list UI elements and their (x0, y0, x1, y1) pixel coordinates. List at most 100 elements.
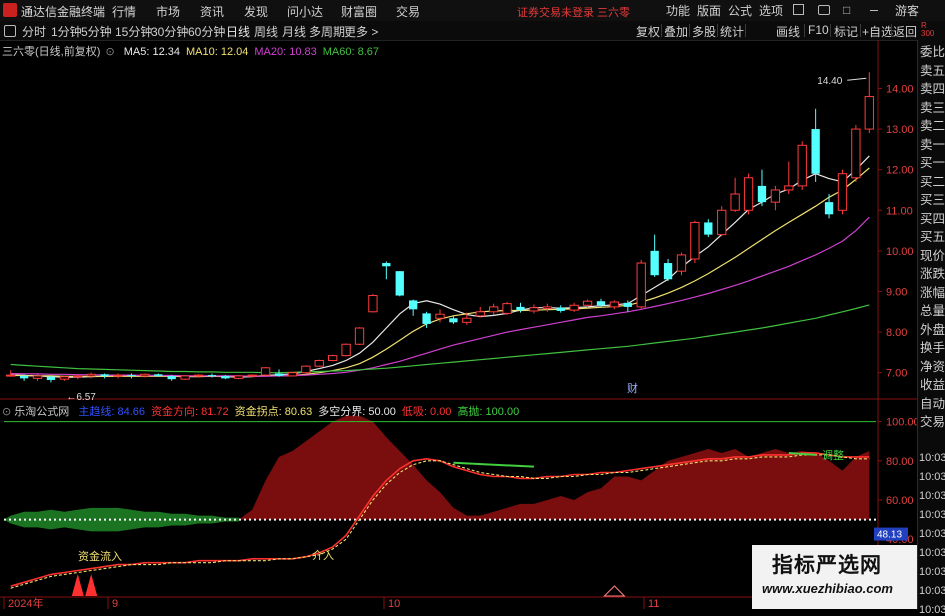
period-5min[interactable]: 5分钟 (81, 23, 112, 40)
candle-body (234, 375, 244, 379)
menu-zixun[interactable]: 资讯 (200, 3, 224, 20)
ma-legend-item: MA20: 10.83 (254, 46, 317, 58)
quote-field-label[interactable]: 买二 (920, 174, 945, 190)
candle-body (650, 250, 659, 276)
login-status[interactable]: 证券交易未登录 三六零 (517, 4, 630, 20)
candle-body (274, 373, 284, 376)
window-icon[interactable] (793, 4, 804, 15)
menu-shichang[interactable]: 市场 (156, 3, 180, 20)
candle-body (542, 306, 552, 310)
layout-toggle-icon[interactable] (4, 25, 16, 37)
indicator-settings-icon[interactable]: ⊙ (2, 406, 11, 418)
settings-icon[interactable]: ⊙ (105, 46, 114, 58)
tool-zixuan[interactable]: +自选 (862, 23, 893, 40)
indicator-legend-item: 低吸: 0.00 (401, 406, 452, 418)
candle-body (193, 374, 204, 377)
quote-field-label[interactable]: 交易 (920, 414, 945, 430)
quote-field-label[interactable]: 外盘 (920, 322, 945, 338)
candle-body (569, 304, 579, 311)
menu-hangqing[interactable]: 行情 (112, 3, 136, 20)
candle-body (73, 375, 83, 378)
quote-field-label[interactable]: 委比 (920, 44, 945, 60)
quote-field-label[interactable]: 卖四 (920, 81, 945, 97)
period-weekly[interactable]: 周线 (254, 23, 278, 40)
message-icon[interactable] (818, 5, 830, 15)
candle-body (207, 375, 217, 377)
candle-body (301, 365, 311, 374)
menu-banmian[interactable]: 版面 (697, 2, 721, 19)
lock-icon[interactable]: □ (843, 3, 850, 17)
quote-field-label[interactable]: 总量 (920, 303, 945, 319)
candle-body (59, 376, 70, 380)
entry-label: 介入 (312, 549, 334, 562)
quote-field-label[interactable]: 卖一 (920, 137, 945, 153)
period-daily[interactable]: 日线 (226, 23, 250, 40)
tool-duogu[interactable]: 多股 (692, 23, 716, 40)
candle-body (260, 367, 271, 376)
period-fenshi[interactable]: 分时 (22, 23, 46, 40)
indicator-values: 主趋线: 84.66 资金方向: 81.72 资金拐点: 80.63 多空分界: 50… (72, 406, 519, 418)
signal-triangle (603, 585, 626, 597)
candle-body (422, 313, 431, 324)
menu-xuanxiang[interactable]: 选项 (759, 2, 783, 19)
watermark-title: 指标严选网 (772, 554, 882, 577)
candle-body (811, 129, 820, 174)
tool-tongji[interactable]: 统计 (720, 23, 744, 40)
green-low-area-mirror (4, 507, 239, 520)
menu-caifuquan[interactable]: 财富圈 (341, 3, 377, 20)
ma-line-ma20 (10, 216, 870, 377)
candle-body (609, 301, 620, 308)
menu-gongneng[interactable]: 功能 (666, 2, 690, 19)
trade-time: 10:03 (919, 490, 945, 502)
y-tick-label: 7.00 (886, 368, 907, 380)
quote-field-label[interactable]: 卖五 (920, 63, 945, 79)
divider (689, 24, 690, 37)
adjust-label: 调整 (822, 448, 844, 462)
period-15min[interactable]: 15分钟 (115, 23, 152, 40)
period-more[interactable]: 更多 > (344, 23, 378, 40)
period-monthly[interactable]: 月线 (282, 23, 306, 40)
quote-field-label[interactable]: 买一 (920, 155, 945, 171)
minimize-icon[interactable] (870, 10, 878, 11)
period-1min[interactable]: 1分钟 (51, 23, 82, 40)
menu-wenxiaoda[interactable]: 问小达 (287, 3, 323, 20)
stock-chart[interactable]: 14.40 ←6.57 财 资金流入 介入 调整 7.00 8.00 9.00 10.00 11… (0, 40, 917, 609)
quote-field-label[interactable]: 卖二 (920, 118, 945, 134)
quote-field-label[interactable]: 自动 (920, 396, 945, 412)
x-tick-label: 11 (648, 598, 659, 609)
quote-field-label[interactable]: 换手 (920, 340, 945, 356)
period-30min[interactable]: 30分钟 (151, 23, 188, 40)
quote-field-label[interactable]: 涨跌 (920, 266, 945, 282)
quote-field-label[interactable]: 净资 (920, 359, 945, 375)
period-multi[interactable]: 多周期 (309, 23, 345, 40)
tool-biaoji[interactable]: 标记 (834, 23, 858, 40)
candle-body (449, 318, 458, 323)
user-guest[interactable]: 游客 (895, 2, 919, 19)
quote-field-label[interactable]: 卖三 (920, 100, 945, 116)
quote-field-label[interactable]: 收益 (920, 377, 945, 393)
menu-faxian[interactable]: 发现 (244, 3, 268, 20)
tool-fuquan[interactable]: 复权 (636, 23, 660, 40)
y-tick-label: 8.00 (886, 327, 907, 339)
menu-jiaoyi[interactable]: 交易 (396, 3, 420, 20)
menu-gongshi[interactable]: 公式 (728, 2, 752, 19)
y-tick-label: 100.00 (886, 417, 917, 429)
tool-fanhui[interactable]: 返回 (893, 23, 917, 40)
period-60min[interactable]: 60分钟 (188, 23, 225, 40)
tool-huaxian[interactable]: 画线 (776, 23, 800, 40)
quote-field-label[interactable]: 买三 (920, 192, 945, 208)
app-title: 通达信金融终端 (21, 5, 106, 19)
current-value-label: 48.13 (877, 530, 902, 541)
candle-body (717, 209, 727, 236)
tool-f10[interactable]: F10 (808, 23, 829, 37)
finance-marker: 财 (627, 381, 638, 395)
candle-body (368, 295, 378, 313)
quote-field-label[interactable]: 涨幅 (920, 285, 945, 301)
quote-field-label[interactable]: 现价 (920, 248, 945, 264)
quote-field-label[interactable]: 买四 (920, 211, 945, 227)
trade-time: 10:03 (919, 452, 945, 464)
candle-body (489, 306, 499, 313)
tool-diejia[interactable]: 叠加 (664, 23, 688, 40)
candle-body (247, 374, 257, 377)
quote-field-label[interactable]: 买五 (920, 229, 945, 245)
